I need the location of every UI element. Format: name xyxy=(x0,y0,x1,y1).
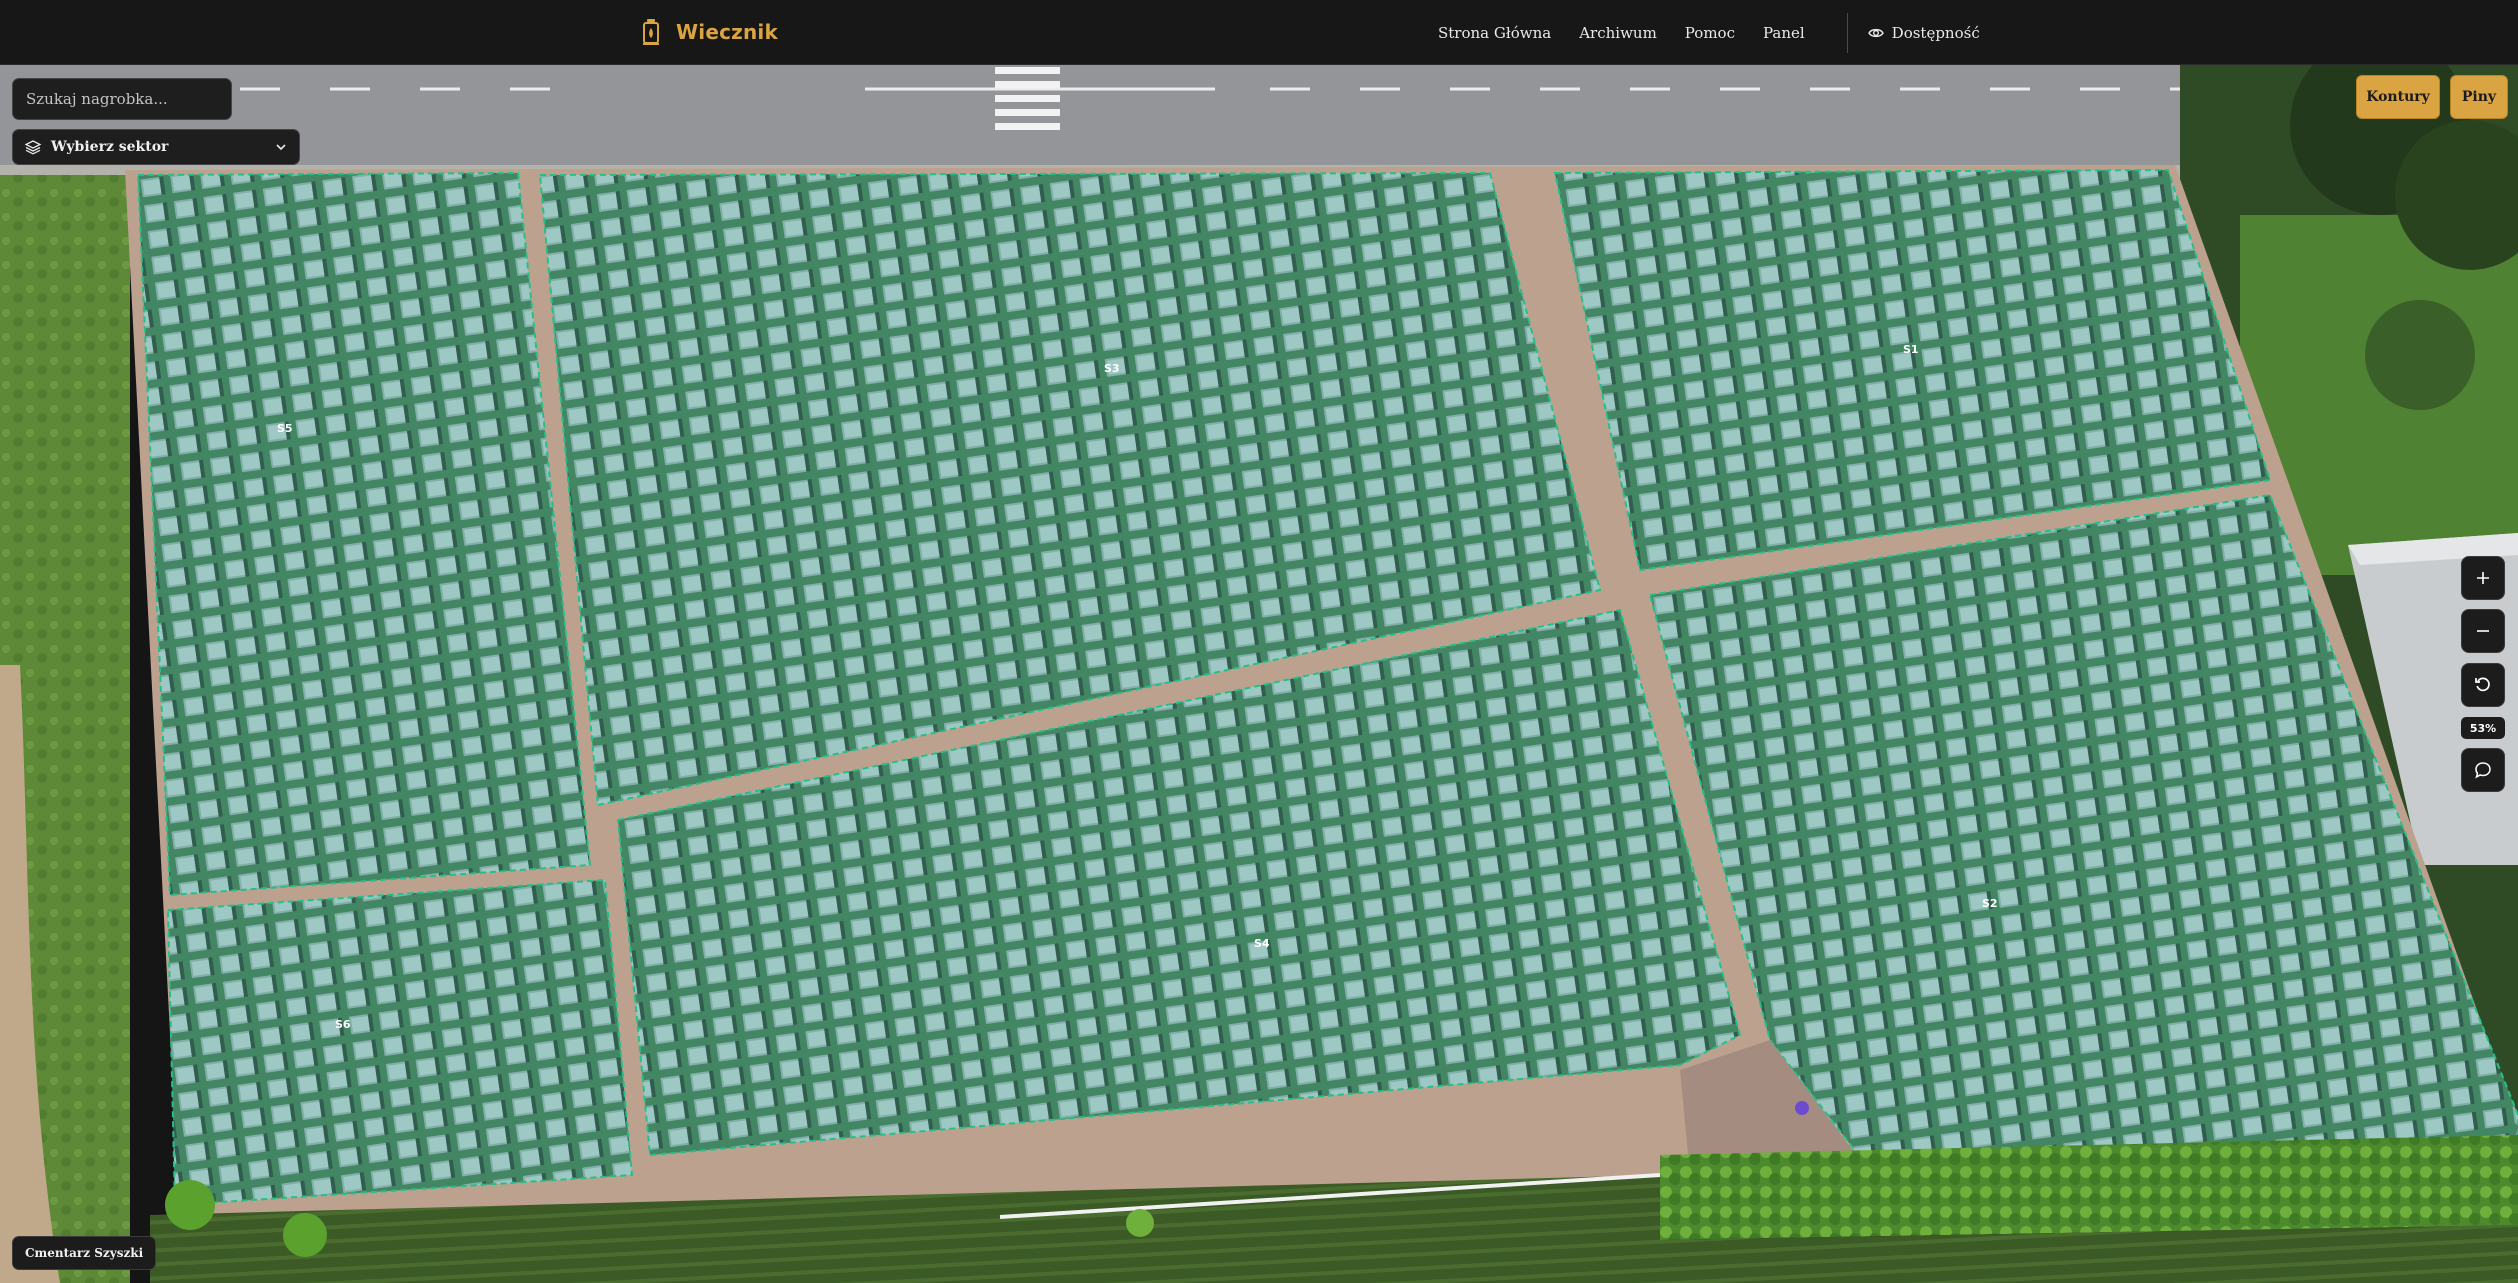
sector-label-s4: S4 xyxy=(1254,937,1270,950)
search-input[interactable] xyxy=(12,78,232,120)
top-navbar: Wiecznik Strona Główna Archiwum Pomoc Pa… xyxy=(0,0,2518,65)
zoom-in-button[interactable] xyxy=(2461,556,2505,600)
minus-icon xyxy=(2477,630,2489,632)
sector-select-label: Wybierz sektor xyxy=(51,139,169,155)
brand[interactable]: Wiecznik xyxy=(640,16,778,48)
chevron-down-icon xyxy=(276,144,286,151)
reset-view-button[interactable] xyxy=(2461,663,2505,707)
lantern-icon xyxy=(643,19,659,45)
nav-divider xyxy=(1846,12,1848,53)
sector-label-s5: S5 xyxy=(277,422,293,435)
pins-button[interactable]: Piny xyxy=(2450,75,2508,119)
sector-label-s6: S6 xyxy=(335,1018,351,1031)
accessibility-button[interactable]: Dostępność xyxy=(1867,23,1980,42)
eye-icon xyxy=(1867,28,1884,37)
chat-button[interactable] xyxy=(2461,748,2505,792)
cemetery-map[interactable]: S1 S2 S3 S4 S5 S6 xyxy=(0,65,2518,1283)
nav-link-archive[interactable]: Archiwum xyxy=(1579,24,1657,42)
sector-select[interactable]: Wybierz sektor xyxy=(12,129,300,165)
cemetery-name-badge: Cmentarz Szyszki xyxy=(12,1236,157,1270)
brand-name: Wiecznik xyxy=(676,20,778,44)
nav-link-home[interactable]: Strona Główna xyxy=(1438,24,1551,42)
nav-link-help[interactable]: Pomoc xyxy=(1685,24,1735,42)
contours-button[interactable]: Kontury xyxy=(2356,75,2440,119)
aerial-photo: S1 S2 S3 S4 S5 S6 xyxy=(0,65,2518,1283)
accessibility-label: Dostępność xyxy=(1891,23,1980,42)
zoom-out-button[interactable] xyxy=(2461,609,2505,653)
zoom-level: 53% xyxy=(2461,717,2505,739)
sector-label-s2: S2 xyxy=(1982,897,1998,910)
nav-link-panel[interactable]: Panel xyxy=(1763,24,1805,42)
nav-links: Strona Główna Archiwum Pomoc Panel Dostę… xyxy=(1438,0,1980,65)
sector-outlines xyxy=(136,168,2518,1207)
layers-icon xyxy=(25,140,41,155)
sector-label-s3: S3 xyxy=(1104,362,1120,375)
sector-label-s1: S1 xyxy=(1903,343,1919,356)
chat-icon xyxy=(2475,762,2491,779)
reset-icon xyxy=(2475,677,2490,692)
plus-icon xyxy=(2477,572,2489,584)
